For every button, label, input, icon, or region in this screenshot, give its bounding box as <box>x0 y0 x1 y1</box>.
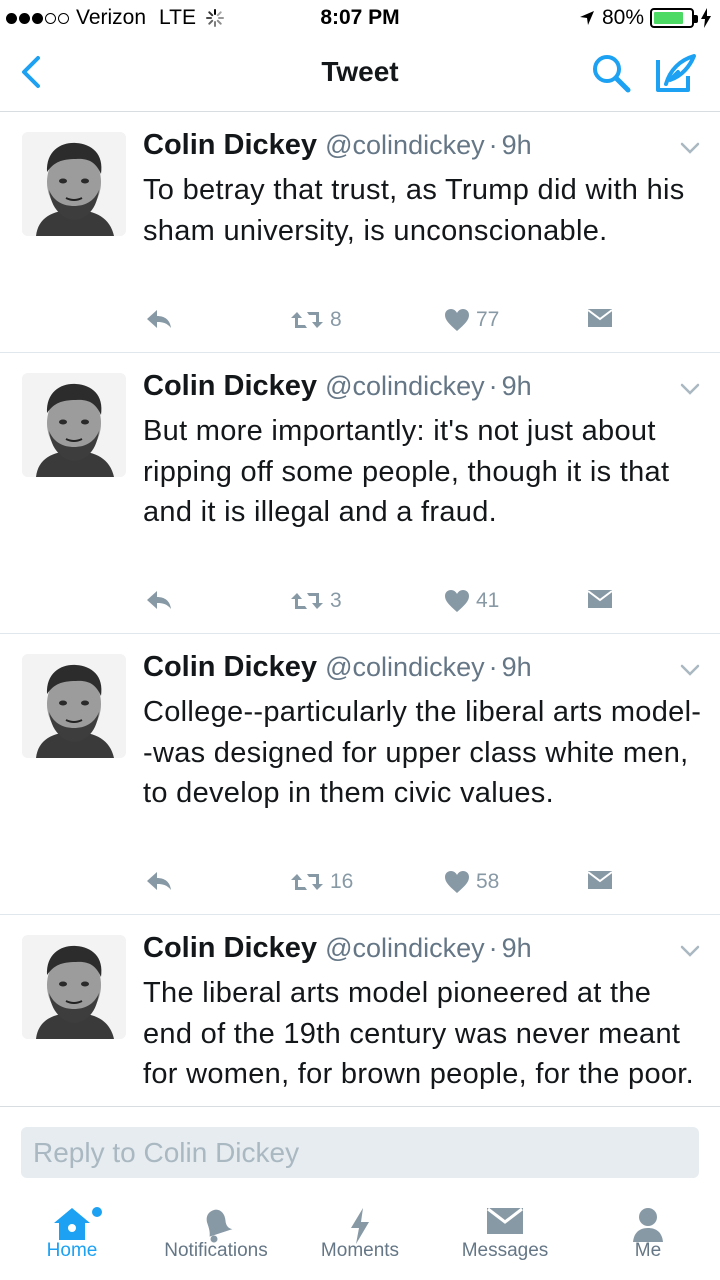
reply-button[interactable] <box>145 870 173 892</box>
reply-input[interactable] <box>21 1127 699 1178</box>
separator-dot: · <box>488 371 498 401</box>
direct-message-button[interactable] <box>587 308 613 328</box>
envelope-icon <box>587 309 613 327</box>
avatar-image <box>22 373 126 477</box>
tweet-text: The liberal arts model pioneered at the … <box>143 977 695 1090</box>
like-count: 58 <box>476 870 500 893</box>
direct-message-button[interactable] <box>587 870 613 890</box>
tweet-text: But more importantly: it's not just abou… <box>143 415 670 528</box>
status-right: 80% <box>578 6 712 30</box>
author-handle[interactable]: @colindickey <box>325 933 484 963</box>
heart-icon <box>445 309 469 331</box>
retweet-button[interactable]: 16 <box>290 870 353 894</box>
tab-me[interactable]: Me <box>608 1190 688 1280</box>
tab-notifications[interactable]: Notifications <box>150 1190 282 1280</box>
retweet-icon <box>291 874 323 890</box>
author-name[interactable]: Colin Dickey <box>143 370 317 402</box>
home-icon <box>54 1208 90 1240</box>
envelope-icon <box>587 590 613 608</box>
bell-icon <box>206 1209 233 1243</box>
retweet-button[interactable]: 3 <box>290 589 342 613</box>
author-name[interactable]: Colin Dickey <box>143 129 317 161</box>
avatar[interactable] <box>22 654 126 758</box>
chevron-down-icon[interactable] <box>678 662 702 678</box>
direct-message-button[interactable] <box>587 589 613 609</box>
like-count: 41 <box>476 589 500 612</box>
tweet-header: Colin Dickey @colindickey · 9h <box>143 650 532 684</box>
chevron-down-icon[interactable] <box>678 943 702 959</box>
battery-percent: 80% <box>601 6 644 29</box>
retweet-count: 16 <box>330 870 354 893</box>
avatar[interactable] <box>22 935 126 1039</box>
author-handle[interactable]: @colindickey <box>325 371 484 401</box>
status-bar: Verizon LTE 8:07 PM 80% <box>0 0 720 36</box>
reply-icon <box>147 872 171 890</box>
tweet-list: Colin Dickey @colindickey · 9h To betray t… <box>0 112 720 1106</box>
author-name[interactable]: Colin Dickey <box>143 651 317 683</box>
tab-moments[interactable]: Moments <box>306 1190 414 1280</box>
tab-messages[interactable]: Messages <box>450 1190 560 1280</box>
author-handle[interactable]: @colindickey <box>325 130 484 160</box>
like-count: 77 <box>476 308 500 331</box>
tab-home[interactable]: Home <box>22 1190 122 1280</box>
tweet-time: 9h <box>501 652 532 682</box>
person-icon <box>633 1208 663 1242</box>
chevron-down-icon[interactable] <box>678 140 702 156</box>
tweet[interactable]: Colin Dickey @colindickey · 9h To betray t… <box>0 112 720 353</box>
tweet[interactable]: Colin Dickey @colindickey · 9h But more im… <box>0 353 720 634</box>
nav-bar: Tweet <box>0 36 720 112</box>
tab-label: Notifications <box>164 1240 268 1261</box>
separator-dot: · <box>488 652 498 682</box>
heart-icon <box>445 871 469 893</box>
tweet-time: 9h <box>501 933 532 963</box>
reply-button[interactable] <box>145 308 173 330</box>
like-button[interactable]: 58 <box>444 870 499 894</box>
tab-label: Messages <box>461 1240 549 1261</box>
separator-dot: · <box>488 933 498 963</box>
tweet-text: To betray that trust, as Trump did with … <box>143 174 685 247</box>
tweet-header: Colin Dickey @colindickey · 9h <box>143 128 532 162</box>
tweet-time: 9h <box>501 130 532 160</box>
like-button[interactable]: 41 <box>444 589 499 613</box>
retweet-icon <box>291 593 323 609</box>
avatar-image <box>22 132 126 236</box>
avatar-image <box>22 935 126 1039</box>
tweet-header: Colin Dickey @colindickey · 9h <box>143 931 532 965</box>
tweet-header: Colin Dickey @colindickey · 9h <box>143 369 532 403</box>
author-handle[interactable]: @colindickey <box>325 652 484 682</box>
home-notification-dot <box>92 1207 102 1217</box>
author-name[interactable]: Colin Dickey <box>143 932 317 964</box>
reply-bar <box>0 1106 720 1190</box>
avatar[interactable] <box>22 373 126 477</box>
like-button[interactable]: 77 <box>444 308 499 332</box>
tweet-time: 9h <box>501 371 532 401</box>
tweet-text: College--particularly the liberal arts m… <box>143 696 702 809</box>
tweet[interactable]: Colin Dickey @colindickey · 9h The liberal… <box>0 915 720 1106</box>
search-icon[interactable] <box>590 52 632 94</box>
heart-icon <box>445 590 469 612</box>
compose-quill-icon[interactable] <box>652 50 698 96</box>
charging-bolt-icon <box>701 8 711 28</box>
retweet-count: 3 <box>330 589 342 612</box>
separator-dot: · <box>488 130 498 160</box>
envelope-icon <box>487 1207 523 1234</box>
reply-icon <box>147 310 171 328</box>
tab-bar: Home Notifications Moments Messages Me <box>0 1190 720 1280</box>
location-arrow-icon <box>579 11 594 25</box>
retweet-button[interactable]: 8 <box>290 308 342 332</box>
chevron-down-icon[interactable] <box>678 381 702 397</box>
avatar-image <box>22 654 126 758</box>
battery-fill <box>654 12 683 24</box>
tab-label: Me <box>634 1240 662 1261</box>
battery-icon <box>650 8 698 28</box>
envelope-icon <box>587 871 613 889</box>
avatar[interactable] <box>22 132 126 236</box>
tweet[interactable]: Colin Dickey @colindickey · 9h College--pa… <box>0 634 720 915</box>
reply-icon <box>147 591 171 609</box>
tab-label: Home <box>46 1240 98 1261</box>
retweet-count: 8 <box>330 308 342 331</box>
reply-button[interactable] <box>145 589 173 611</box>
retweet-icon <box>291 312 323 328</box>
tab-label: Moments <box>320 1240 400 1261</box>
